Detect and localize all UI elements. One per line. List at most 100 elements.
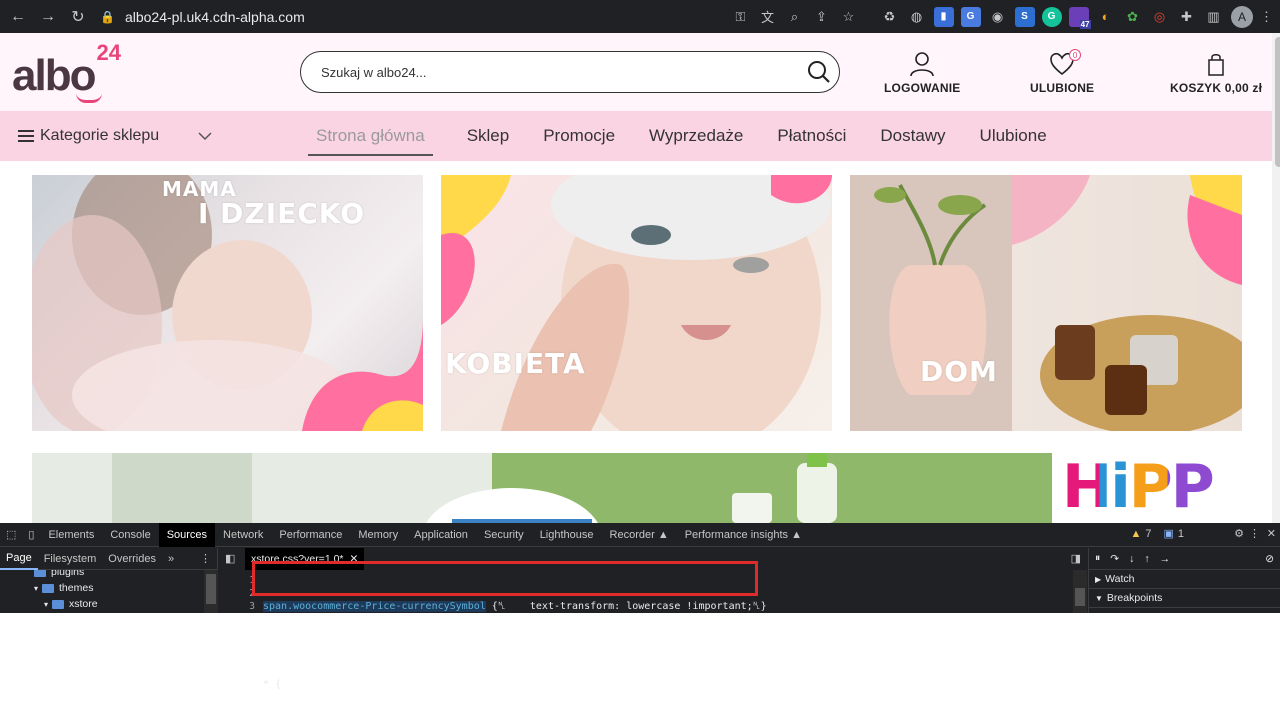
messages-icon[interactable]: ▣ — [1163, 527, 1173, 540]
subtab-overrides[interactable]: Overrides — [102, 548, 162, 570]
address-bar[interactable]: 🔒 albo24-pl.uk4.cdn-alpha.com — [100, 4, 830, 29]
step-out-icon[interactable]: ↑ — [1144, 553, 1149, 565]
expand-arrow-icon: ▾ — [34, 583, 39, 593]
side-panel-icon[interactable]: ▥ — [1204, 7, 1224, 27]
devtools-tab-network[interactable]: Network — [215, 523, 271, 547]
share-icon[interactable]: ⇪ — [812, 7, 832, 27]
devtools-tab-console[interactable]: Console — [102, 523, 158, 547]
devtools-tab-memory[interactable]: Memory — [350, 523, 406, 547]
navigator-more-icon[interactable]: ⋮ — [194, 548, 217, 570]
search-box — [300, 51, 840, 93]
extension-globe-icon[interactable]: ◍ — [907, 7, 927, 27]
expand-arrow-icon: ▼ — [1095, 593, 1103, 603]
deactivate-breakpoints-icon[interactable]: ⊘ — [1265, 553, 1274, 565]
more-vertical-icon[interactable]: ⋮ — [1257, 7, 1277, 27]
extension-translate-icon[interactable]: G — [960, 6, 981, 27]
key-icon[interactable]: ⚿ — [731, 7, 751, 27]
page-scrollbar[interactable] — [1272, 33, 1280, 523]
wishlist-link[interactable]: 0 ULUBIONE — [1030, 49, 1094, 95]
extension-grammarly-icon[interactable]: G — [1041, 6, 1062, 27]
banner-woman[interactable]: KOBIETA — [441, 175, 832, 431]
devtools-tab-security[interactable]: Security — [476, 523, 532, 547]
devtools-tab-elements[interactable]: Elements — [40, 523, 102, 547]
categories-label: Kategorie sklepu — [40, 127, 160, 144]
back-arrow-icon[interactable]: ← — [6, 5, 30, 29]
extension-counter-icon[interactable]: 47 — [1068, 6, 1091, 29]
extension-camera-icon[interactable]: ◉ — [988, 7, 1008, 27]
watch-section[interactable]: ▶ Watch — [1089, 570, 1280, 589]
warning-icon[interactable]: ▲ — [1130, 528, 1141, 540]
breakpoints-section[interactable]: ▼ Breakpoints — [1089, 589, 1280, 608]
inspect-element-icon[interactable]: ⬚ — [0, 523, 22, 547]
extension-moon-icon[interactable]: ◐ — [1096, 7, 1116, 27]
menu-item-home[interactable]: Strona główna — [308, 111, 433, 161]
devtools-tab-sources[interactable]: Sources — [158, 522, 216, 547]
devtools-tab-performance-insights[interactable]: Performance insights ▲ — [677, 523, 810, 547]
forward-arrow-icon[interactable]: → — [36, 5, 60, 29]
toggle-debugger-icon[interactable]: ◨ — [1071, 552, 1081, 565]
device-toggle-icon[interactable]: ▯ — [22, 523, 40, 547]
extension-paint-icon[interactable]: ✿ — [1123, 7, 1143, 27]
devtools-tab-performance[interactable]: Performance — [271, 523, 350, 547]
editor-scrollbar[interactable] — [1073, 570, 1087, 613]
tree-item-themes[interactable]: ▾ themes — [0, 580, 204, 596]
banner-mom-and-baby[interactable]: MAMA I DZIECKO — [32, 175, 423, 431]
hipp-logo: HiPP — [1062, 453, 1215, 522]
tree-item-plugins[interactable]: plugins — [0, 570, 204, 580]
banner-hipp-art — [32, 453, 1242, 523]
hamburger-icon — [18, 130, 34, 142]
menu-item-payments[interactable]: Płatności — [777, 111, 846, 161]
wishlist-count-badge: 0 — [1069, 49, 1082, 61]
debugger-controls: ⏸ ↷ ↓ ↑ → ⊘ — [1089, 548, 1280, 570]
devtools-tab-application[interactable]: Application — [406, 523, 476, 547]
menu-item-sales[interactable]: Wyprzedaże — [649, 111, 743, 161]
site-logo[interactable]: albo24 — [12, 40, 121, 101]
search-icon[interactable] — [807, 60, 831, 84]
translate-icon[interactable]: 文 — [758, 7, 778, 27]
banner-home[interactable]: DOM — [850, 175, 1242, 431]
devtools-tab-lighthouse[interactable]: Lighthouse — [532, 523, 602, 547]
pause-icon[interactable]: ⏸ — [1095, 552, 1100, 565]
menu-item-promotions[interactable]: Promocje — [543, 111, 615, 161]
chevron-down-icon[interactable] — [196, 127, 214, 145]
menu-item-favorites[interactable]: Ulubione — [980, 111, 1047, 161]
extension-chrome-icon[interactable]: ◎ — [1150, 7, 1170, 27]
menu-item-shipping[interactable]: Dostawy — [880, 111, 945, 161]
extension-docs-icon[interactable]: ▮ — [933, 6, 954, 27]
step-icon[interactable]: → — [1160, 553, 1171, 565]
menu-item-shop[interactable]: Sklep — [467, 111, 510, 161]
devtools-tab-recorder[interactable]: Recorder ▲ — [602, 523, 677, 547]
toggle-navigator-icon[interactable]: ◧ — [225, 552, 235, 565]
devtools-settings-gear-icon[interactable]: ⚙ — [1234, 527, 1244, 540]
messages-count: 1 — [1177, 527, 1184, 540]
tree-item-xstore[interactable]: ▾ xstore — [0, 596, 204, 612]
expand-arrow-icon: ▾ — [44, 599, 49, 609]
site-header: albo24 LOGOWANIE 0 ULUBIONE KOSZYK 0,00 … — [0, 33, 1272, 111]
step-into-icon[interactable]: ↓ — [1129, 553, 1134, 565]
extensions-puzzle-icon[interactable]: ✚ — [1177, 7, 1197, 27]
more-subtabs-icon[interactable]: » — [162, 548, 180, 570]
subtab-filesystem[interactable]: Filesystem — [38, 548, 103, 570]
zoom-icon[interactable]: ⌕ — [785, 7, 805, 27]
lock-icon[interactable]: 🔒 — [100, 10, 115, 24]
banner-hipp[interactable]: HiPP — [32, 453, 1242, 523]
step-over-icon[interactable]: ↷ — [1110, 553, 1119, 565]
profile-avatar[interactable]: A — [1231, 5, 1253, 28]
account-link[interactable]: LOGOWANIE — [884, 51, 960, 95]
search-input[interactable] — [321, 64, 791, 80]
extension-s-icon[interactable]: S — [1014, 6, 1035, 27]
devtools-more-icon[interactable]: ⋮ — [1249, 527, 1260, 540]
css-selector: span.woocommerce-Price-currencySymbol — [263, 601, 486, 612]
navigator-scrollbar[interactable] — [204, 570, 218, 613]
categories-button[interactable]: Kategorie sklepu — [18, 111, 159, 161]
cart-link[interactable]: KOSZYK 0,00 zł — [1170, 51, 1262, 95]
folder-icon — [42, 583, 55, 593]
cart-label: KOSZYK 0,00 zł — [1170, 81, 1263, 95]
bookmark-star-icon[interactable]: ☆ — [839, 7, 859, 27]
devtools-tabs: ⬚ ▯ Elements Console Sources Network Per… — [0, 522, 1280, 547]
devtools-close-icon[interactable]: ✕ — [1267, 527, 1276, 540]
subtab-page[interactable]: Page — [0, 548, 38, 570]
red-highlight-annotation — [252, 561, 758, 596]
extension-recycle-icon[interactable]: ♻ — [880, 7, 900, 27]
reload-icon[interactable]: ↻ — [66, 5, 90, 29]
